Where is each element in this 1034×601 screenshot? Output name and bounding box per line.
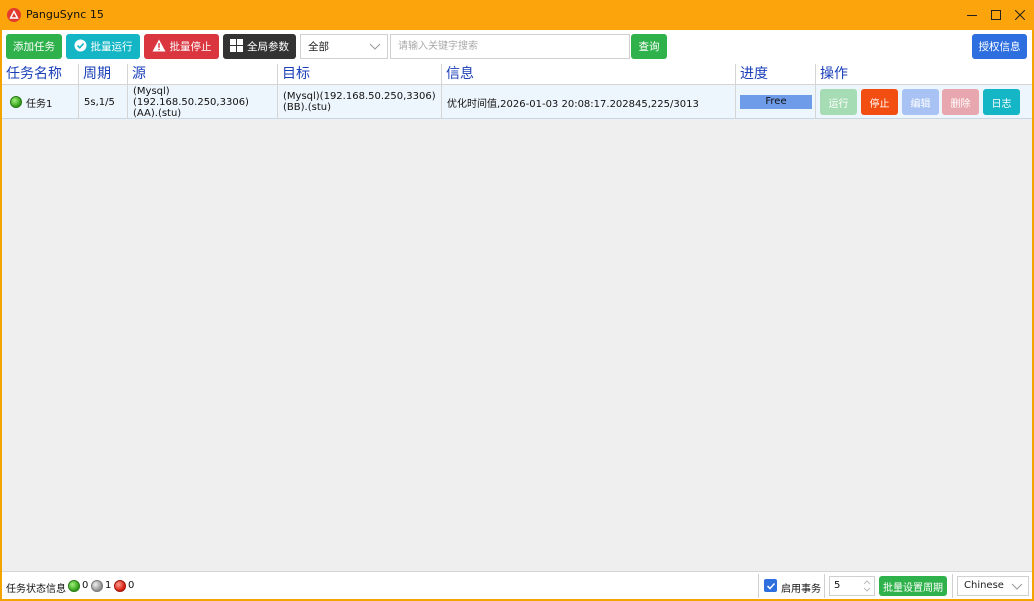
log-label: 日志 (991, 98, 1012, 110)
delete-button[interactable]: 删除 (942, 89, 979, 115)
header-progress[interactable]: 进度 (736, 64, 816, 85)
cell-name: 任务1 (2, 85, 79, 119)
license-info-label: 授权信息 (978, 41, 1021, 53)
query-button[interactable]: 查询 (631, 34, 667, 59)
window-title: PanguSync 15 (26, 8, 104, 21)
status-red-icon (114, 580, 126, 592)
batch-run-button[interactable]: 批量运行 (66, 34, 140, 59)
cell-source: (Mysql)(192.168.50.250,3306) (AA).(stu) (128, 85, 278, 119)
header-actions[interactable]: 操作 (816, 64, 1032, 85)
status-bar: 任务状态信息 0 1 0 启用事务 5 批量设置周期 Chinese (2, 571, 1032, 599)
target-line2: (BB).(stu) (283, 102, 331, 113)
source-line1: (Mysql)(192.168.50.250,3306) (133, 85, 249, 108)
minimize-icon[interactable] (961, 5, 983, 25)
check-circle-icon (74, 39, 87, 55)
cell-progress: Free (736, 85, 816, 119)
windows-icon (230, 38, 243, 55)
header-name[interactable]: 任务名称 (2, 64, 79, 85)
log-button[interactable]: 日志 (983, 89, 1020, 115)
edit-button[interactable]: 编辑 (902, 89, 939, 115)
cell-info: 优化时间值,2026-01-03 20:08:17.202845,225/301… (442, 85, 736, 119)
gray-count: 1 (105, 580, 112, 591)
stop-label: 停止 (869, 98, 890, 110)
status-info-label: 任务状态信息 (6, 584, 66, 595)
global-params-button[interactable]: 全局参数 (223, 34, 296, 59)
language-value: Chinese (964, 580, 1004, 591)
edit-label: 编辑 (910, 98, 931, 110)
enable-transaction-checkbox[interactable] (764, 579, 777, 592)
green-count: 0 (82, 580, 89, 591)
run-label: 运行 (828, 98, 849, 110)
app-window: PanguSync 15 添加任务 批量运行 批量停止 全局参数 全部 请输入关… (0, 0, 1034, 601)
table-row[interactable]: 任务1 5s,1/5 (Mysql)(192.168.50.250,3306) … (2, 85, 1032, 119)
close-icon[interactable] (1009, 5, 1031, 25)
filter-select[interactable]: 全部 (300, 34, 388, 59)
progress-label: Free (765, 96, 787, 107)
period-value: 5 (834, 580, 841, 591)
header-target[interactable]: 目标 (278, 64, 442, 85)
cell-target: (Mysql)(192.168.50.250,3306) (BB).(stu) (278, 85, 442, 119)
period-stepper[interactable]: 5 (829, 576, 875, 596)
run-button[interactable]: 运行 (820, 89, 857, 115)
license-info-button[interactable]: 授权信息 (972, 34, 1027, 59)
enable-transaction-label: 启用事务 (781, 584, 821, 595)
delete-label: 删除 (950, 98, 971, 110)
add-task-button[interactable]: 添加任务 (6, 34, 62, 59)
source-line2: (AA).(stu) (133, 107, 182, 119)
stepper-icon[interactable] (863, 580, 871, 599)
divider (758, 574, 759, 598)
stop-button[interactable]: 停止 (861, 89, 898, 115)
global-params-label: 全局参数 (247, 41, 289, 53)
cell-actions: 运行 停止 编辑 删除 日志 (816, 85, 1032, 119)
toolbar: 添加任务 批量运行 批量停止 全局参数 全部 请输入关键字搜索 查询 授权信息 (2, 30, 1032, 64)
filter-select-value: 全部 (308, 41, 329, 53)
app-logo-icon (7, 8, 21, 22)
header-source[interactable]: 源 (128, 64, 278, 85)
batch-set-period-button[interactable]: 批量设置周期 (879, 576, 947, 596)
divider (824, 574, 825, 598)
task-period: 5s,1/5 (84, 96, 115, 108)
status-green-icon (68, 580, 80, 592)
cell-period: 5s,1/5 (79, 85, 128, 119)
task-name: 任务1 (26, 98, 53, 110)
batch-run-label: 批量运行 (90, 41, 133, 53)
add-task-label: 添加任务 (13, 41, 55, 53)
status-green-icon (10, 96, 22, 108)
header-period[interactable]: 周期 (79, 64, 128, 85)
batch-set-period-label: 批量设置周期 (883, 582, 943, 594)
target-line1: (Mysql)(192.168.50.250,3306) (283, 91, 436, 102)
table-header: 任务名称 周期 源 目标 信息 进度 操作 (2, 64, 1032, 85)
maximize-icon[interactable] (985, 5, 1007, 25)
batch-stop-label: 批量停止 (169, 41, 212, 53)
batch-stop-button[interactable]: 批量停止 (144, 34, 219, 59)
header-info[interactable]: 信息 (442, 64, 736, 85)
status-gray-icon (91, 580, 103, 592)
search-input[interactable] (390, 34, 630, 59)
divider (952, 574, 953, 598)
progress-bar: Free (740, 95, 812, 109)
task-info: 优化时间值,2026-01-03 20:08:17.202845,225/301… (447, 98, 699, 110)
query-label: 查询 (638, 41, 660, 53)
red-count: 0 (128, 580, 135, 591)
task-table: 任务名称 周期 源 目标 信息 进度 操作 任务1 5s,1/5 (Mysql)… (2, 64, 1032, 571)
language-select[interactable]: Chinese (957, 576, 1029, 596)
chevron-down-icon (1011, 580, 1023, 599)
warning-icon (152, 39, 166, 55)
chevron-down-icon (369, 40, 381, 55)
title-bar: PanguSync 15 (0, 0, 1034, 30)
